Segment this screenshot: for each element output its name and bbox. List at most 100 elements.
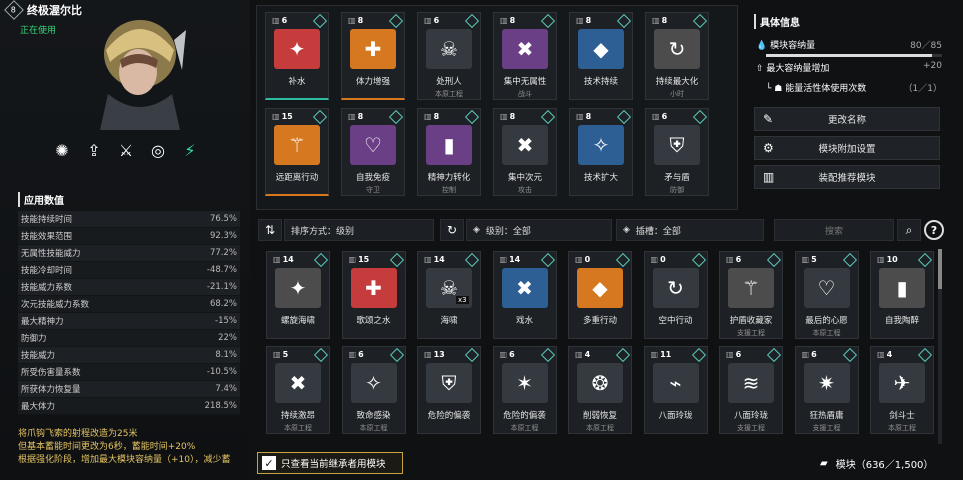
module-cost: ▥ 6 — [726, 350, 742, 359]
module-cost: ▥ 5 — [273, 350, 289, 359]
module-subtype: 本原工程 — [284, 424, 312, 432]
module-cost: ▥ 8 — [348, 112, 364, 121]
module-card[interactable]: ▥ 6 ⚚ 护盾收藏家 支援工程 — [719, 251, 783, 339]
description-line: 将爪钩飞索的射程改造为25米 — [18, 429, 138, 439]
module-art-icon: ↻ — [654, 29, 700, 69]
module-cost: ▥ 5 — [801, 255, 817, 264]
module-card[interactable]: ▥ 6 ✦ 补水 — [265, 12, 329, 100]
module-art-icon: ✖ — [501, 268, 548, 308]
stat-value: 92.3% — [209, 231, 237, 241]
module-card[interactable]: ▥ 11 ⌁ 八面玲珑 — [643, 346, 708, 434]
module-card[interactable]: ▥ 0 ↻ 空中行动 — [643, 251, 708, 339]
module-card[interactable]: ▥ 6 ⛨ 矛与盾 防御 — [645, 108, 709, 196]
module-card[interactable]: ▥ 6 ✶ 危险的偏袭 本原工程 — [492, 346, 557, 434]
module-settings-button[interactable]: ⚙ 模块附加设置 — [754, 136, 940, 160]
module-card[interactable]: ▥ 14 ✖ 戏水 — [492, 251, 557, 339]
module-card[interactable]: ▥ 8 ✧ 技术扩大 — [569, 108, 633, 196]
module-name: 八面玲珑 — [733, 411, 768, 421]
module-card[interactable]: ▥ 15 ⚚ 远距离行动 — [265, 108, 329, 196]
module-name: 自我陶醉 — [884, 316, 919, 326]
capacity-label-text: 模块容纳量 — [770, 41, 816, 51]
grade-dropdown[interactable]: ◈ 级别：全部 — [466, 219, 612, 241]
stat-row: 技能威力 8.1% — [18, 347, 240, 364]
heir-filter-checkbox[interactable]: ✓ 只查看当前继承者用模块 — [257, 452, 403, 474]
module-card[interactable]: ▥ 6 ✧ 致命感染 本原工程 — [341, 346, 406, 434]
module-card[interactable]: ▥ 6 ≋ 八面玲珑 支援工程 — [719, 346, 783, 434]
cost-icon: ▥ — [499, 350, 508, 359]
module-card[interactable]: ▥ 8 ✖ 集中无属性 战斗 — [493, 12, 557, 100]
slot-dropdown[interactable]: ◈ 插槽：全部 — [616, 219, 764, 241]
module-card[interactable]: ▥ 6 ✷ 狂热盾庸 支援工程 — [794, 346, 859, 434]
cost-icon: ▥ — [499, 255, 508, 264]
module-card[interactable]: ▥ 8 ◆ 技术持续 — [569, 12, 633, 100]
search-input[interactable]: 搜索 — [774, 219, 894, 241]
rename-button[interactable]: ✎ 更改名称 — [754, 107, 940, 131]
cost-icon: ▥ — [877, 255, 885, 264]
module-card[interactable]: ▥ 15 ✚ 歌颂之水 — [341, 251, 406, 339]
module-art-icon: ✷ — [803, 363, 850, 403]
module-cost: ▥ 6 — [348, 350, 364, 359]
module-cost: ▥ 4 — [877, 350, 893, 359]
module-cost: ▥ 15 — [272, 112, 293, 121]
inventory-scrollbar[interactable] — [938, 249, 942, 444]
pinwheel-icon[interactable]: ✺ — [50, 138, 74, 162]
cost-icon: ▥ — [652, 112, 660, 121]
module-name: 集中无属性 — [503, 77, 547, 87]
stat-value: -15% — [215, 316, 237, 326]
module-slot-icon — [464, 13, 480, 29]
character-header: 8 终极渥尔比 — [4, 0, 82, 20]
module-art-icon: ✖ — [502, 125, 548, 165]
module-name: 体力增强 — [355, 77, 390, 87]
module-card[interactable]: ▥ 6 ☠ 处刑人 本原工程 — [417, 12, 481, 100]
module-cost: ▥ 10 — [877, 255, 898, 264]
cost-icon: ▥ — [273, 255, 281, 264]
cost-icon: ▥ — [424, 350, 432, 359]
module-card[interactable]: ▥ 4 ✈ 剑斗士 本原工程 — [870, 346, 934, 434]
module-card[interactable]: ▥ 14 ✦ 螺旋海啸 — [266, 251, 330, 339]
cost-icon: ▥ — [348, 16, 356, 25]
module-card[interactable]: ▥ 8 ↻ 持续最大化 小时 — [645, 12, 709, 100]
module-name: 持续最大化 — [655, 77, 699, 87]
module-card[interactable]: ▥ 10 ▮ 自我陶醉 — [870, 251, 934, 339]
cost-icon: ▥ — [801, 350, 810, 359]
recommend-button[interactable]: ▥ 装配推荐模块 — [754, 165, 940, 189]
module-art-icon: ✚ — [350, 268, 397, 308]
module-card[interactable]: ▥ 8 ▮ 精神力转化 控制 — [417, 108, 481, 196]
cost-icon: ▥ — [348, 112, 356, 121]
scrollbar-thumb[interactable] — [938, 249, 942, 289]
module-count-badge: x3 — [456, 296, 469, 304]
sort-order-button[interactable]: ⇅ — [258, 219, 282, 241]
sort-dropdown[interactable]: 排序方式：级别 — [284, 219, 434, 241]
module-cost: ▥ 13 — [424, 350, 445, 359]
module-art-icon: ✖ — [275, 363, 321, 403]
stat-value: 218.5% — [204, 401, 237, 411]
vortex-icon[interactable]: ◎ — [146, 138, 170, 162]
burst-up-icon[interactable]: ⇪ — [82, 138, 106, 162]
reset-button[interactable]: ↻ — [440, 219, 464, 241]
module-card[interactable]: ▥ 8 ✖ 集中次元 攻击 — [493, 108, 557, 196]
module-card[interactable]: ▥ 8 ♡ 自我免疫 守卫 — [341, 108, 405, 196]
help-icon[interactable]: ? — [924, 220, 944, 240]
stat-row: 无属性技能威力 77.2% — [18, 245, 240, 262]
module-name: 处刑人 — [436, 77, 462, 87]
stat-value: 68.2% — [209, 299, 237, 309]
module-card[interactable]: ▥ 0 ◆ 多重行动 — [568, 251, 632, 339]
module-card[interactable]: ▥ 13 ⛨ 危险的偏袭 — [417, 346, 481, 434]
inventory-capacity-label: 模块（636／1,500） — [835, 460, 934, 471]
module-slot-icon — [389, 252, 404, 268]
module-card[interactable]: ▥ 4 ❂ 削弱恢复 本原工程 — [568, 346, 632, 434]
module-cost: ▥ 8 — [576, 16, 592, 25]
module-cost: ▥ 8 — [576, 112, 592, 121]
module-slot-icon — [540, 109, 556, 125]
module-slot-icon — [692, 13, 708, 29]
grapple-icon[interactable]: ⚔ — [114, 138, 138, 162]
module-card[interactable]: ▥ 5 ✖ 持续激昂 本原工程 — [266, 346, 330, 434]
module-card[interactable]: ▥ 14 ☠ 海啸 x3 — [417, 251, 481, 339]
stat-value: 8.1% — [215, 350, 237, 360]
module-subtype: 守卫 — [366, 186, 380, 194]
energy-swirl-icon[interactable]: ⚡ — [178, 138, 202, 162]
module-subtype: 小时 — [670, 90, 684, 98]
search-button[interactable]: ⌕ — [897, 219, 921, 241]
module-card[interactable]: ▥ 5 ♡ 最后的心愿 本原工程 — [794, 251, 859, 339]
module-card[interactable]: ▥ 8 ✚ 体力增强 — [341, 12, 405, 100]
